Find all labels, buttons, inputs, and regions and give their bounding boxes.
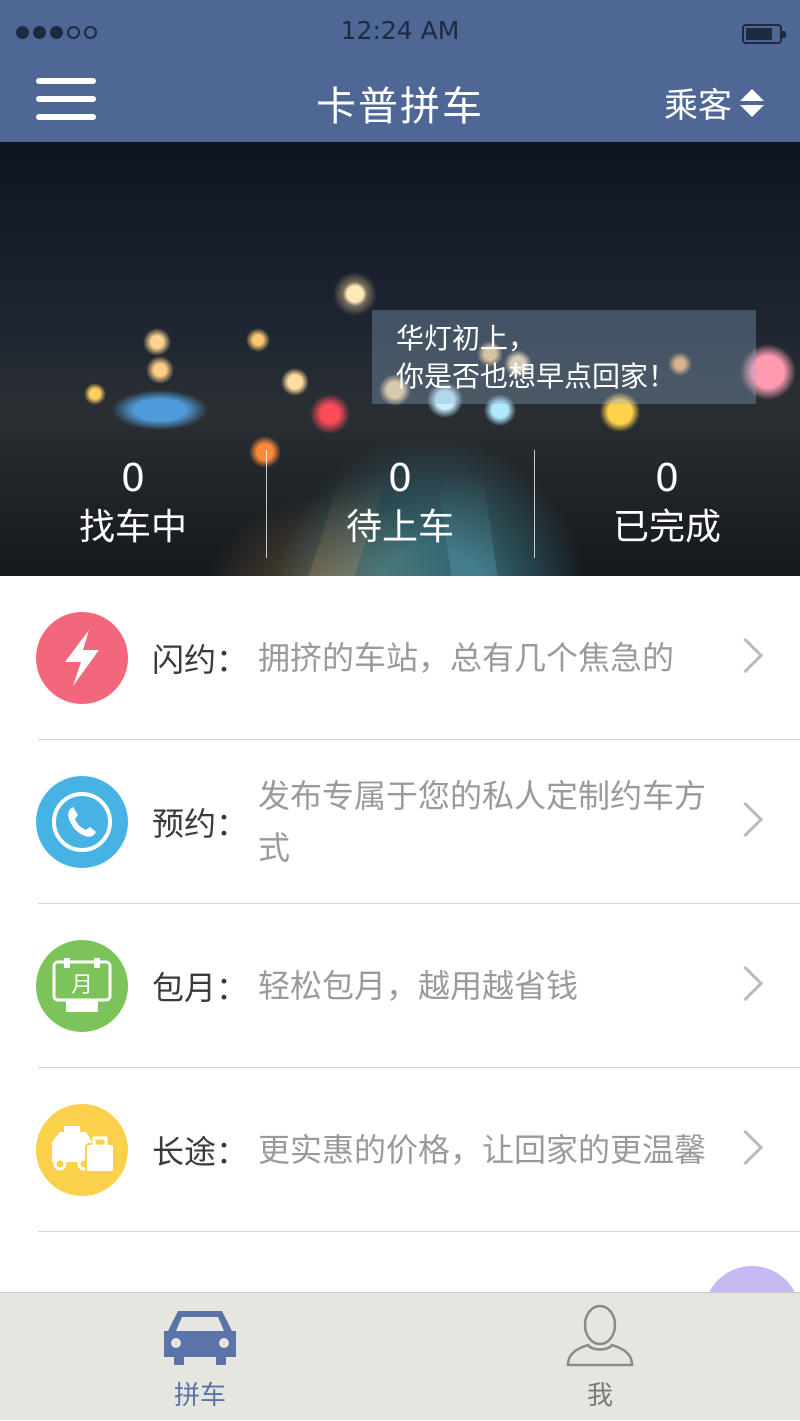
chevron-right-icon: [727, 801, 764, 838]
nav-bar: 卡普拼车 乘客: [0, 62, 800, 142]
service-item-monthly[interactable]: 月 包月： 轻松包月，越用越省钱: [0, 904, 800, 1068]
status-bar: 12:24 AM: [0, 0, 800, 62]
service-list: 闪约： 拥挤的车站，总有几个焦急的 预约： 发布专属于您的私人定制约车方式 月 …: [0, 576, 800, 1232]
trip-stats: 0 找车中 0 待上车 0 已完成: [0, 444, 800, 564]
tab-label: 我: [586, 1381, 613, 1411]
tab-me[interactable]: 我: [400, 1293, 800, 1421]
service-desc: 拥挤的车站，总有几个焦急的: [258, 639, 675, 677]
service-desc: 轻松包月，越用越省钱: [258, 967, 579, 1005]
service-name: 包月：: [152, 969, 249, 1007]
service-name: 长途：: [152, 1133, 249, 1171]
car-icon: [164, 1311, 236, 1365]
status-time: 12:24 AM: [340, 16, 460, 45]
stat-label: 已完成: [612, 507, 721, 548]
role-label: 乘客: [664, 86, 732, 126]
battery-icon: [742, 24, 786, 44]
lightning-icon: [36, 612, 128, 704]
stat-label: 待上车: [345, 507, 454, 548]
taxi-luggage-icon: [36, 1104, 128, 1196]
phone-icon: [36, 776, 128, 868]
chevron-right-icon: [727, 637, 764, 674]
stat-value: 0: [654, 456, 680, 500]
service-name: 预约：: [152, 805, 249, 843]
service-item-longdistance[interactable]: 长途： 更实惠的价格，让回家的更温馨: [0, 1068, 800, 1232]
tab-bar: 拼车 我: [0, 1292, 800, 1420]
tab-label: 拼车: [173, 1381, 226, 1411]
service-desc: 发布专属于您的私人定制约车方式: [258, 777, 707, 867]
stat-waiting[interactable]: 0 待上车: [266, 444, 534, 564]
menu-icon[interactable]: [36, 76, 96, 124]
tab-carpool[interactable]: 拼车: [0, 1293, 400, 1421]
hero-caption-line: 你是否也想早点回家！: [396, 360, 677, 393]
stat-searching[interactable]: 0 找车中: [0, 444, 266, 564]
hero-caption: 华灯初上， 你是否也想早点回家！: [372, 310, 756, 404]
svg-text:月: 月: [71, 973, 93, 998]
hero-banner: 华灯初上， 你是否也想早点回家！ 0 找车中 0 待上车 0 已完成: [0, 142, 800, 576]
service-item-flash[interactable]: 闪约： 拥挤的车站，总有几个焦急的: [0, 576, 800, 740]
stat-label: 找车中: [78, 507, 187, 548]
role-switch-button[interactable]: 乘客: [664, 78, 764, 127]
updown-arrows-icon: [740, 88, 764, 117]
service-desc: 更实惠的价格，让回家的更温馨: [258, 1131, 707, 1169]
person-icon: [566, 1304, 634, 1367]
stat-value: 0: [387, 456, 413, 500]
hero-caption-line: 华灯初上，: [396, 322, 537, 355]
service-name: 闪约：: [152, 641, 249, 679]
stat-completed[interactable]: 0 已完成: [534, 444, 800, 564]
chevron-right-icon: [727, 1129, 764, 1166]
monthly-calendar-icon: 月: [36, 940, 128, 1032]
service-item-reserve[interactable]: 预约： 发布专属于您的私人定制约车方式: [0, 740, 800, 904]
stat-value: 0: [120, 456, 146, 500]
chevron-right-icon: [727, 965, 764, 1002]
